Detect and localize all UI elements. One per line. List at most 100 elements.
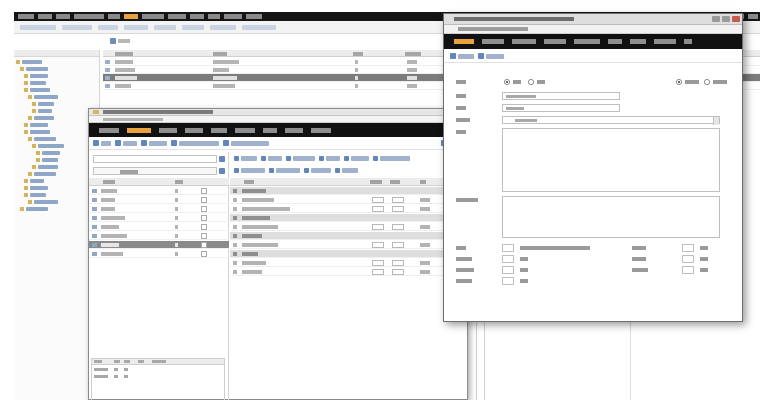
table-row[interactable] [230, 268, 469, 276]
item-checkbox[interactable] [201, 224, 207, 230]
logout-link[interactable] [748, 14, 758, 19]
item-checkbox[interactable] [201, 197, 207, 203]
menu-item[interactable] [38, 14, 52, 19]
tree-item[interactable] [42, 151, 60, 155]
tree-item[interactable] [30, 186, 48, 190]
header-cell[interactable] [152, 360, 166, 363]
toolbar-button[interactable] [231, 141, 269, 146]
tree-item[interactable] [30, 88, 50, 92]
list-item[interactable] [89, 214, 229, 222]
tree-item[interactable] [38, 144, 64, 148]
tree-item[interactable] [30, 193, 46, 197]
option-radio-a[interactable] [676, 79, 682, 85]
steps-tool[interactable] [268, 156, 282, 161]
amount-stepper[interactable] [372, 242, 384, 248]
tree-item[interactable] [26, 67, 48, 71]
unit-stepper[interactable] [392, 224, 404, 230]
toolbar-button[interactable] [179, 141, 219, 146]
header-cell[interactable] [244, 180, 254, 184]
clear-icon[interactable] [219, 168, 225, 174]
tree-item[interactable] [34, 137, 56, 141]
tree-item[interactable] [22, 60, 42, 64]
header-cell[interactable] [114, 360, 120, 363]
nav-link[interactable] [185, 128, 203, 133]
item-checkbox[interactable] [201, 206, 207, 212]
notes-field[interactable] [502, 196, 720, 238]
toolbar-button[interactable] [98, 25, 118, 30]
header-cell[interactable] [94, 360, 102, 363]
toolbar-button[interactable] [182, 25, 204, 30]
nav-link[interactable] [211, 128, 227, 133]
copy-icon[interactable] [115, 140, 121, 146]
nav-link[interactable] [263, 128, 277, 133]
toolbar-button[interactable] [124, 25, 148, 30]
value-field[interactable] [682, 266, 694, 274]
list-item[interactable] [89, 241, 229, 249]
steps-tool[interactable] [269, 168, 274, 173]
steps-tool[interactable] [351, 156, 369, 161]
value-field[interactable] [502, 266, 514, 274]
nav-link[interactable] [684, 39, 692, 44]
menu-item[interactable] [74, 14, 104, 19]
table-row[interactable] [230, 214, 469, 222]
toolbar-button[interactable] [154, 25, 176, 30]
print-icon[interactable] [141, 140, 147, 146]
table-row[interactable] [230, 259, 469, 267]
minimize-icon[interactable] [712, 16, 720, 22]
amount-stepper[interactable] [372, 224, 384, 230]
category-select[interactable] [502, 116, 720, 125]
steps-tool[interactable] [304, 168, 309, 173]
tree-item[interactable] [30, 130, 50, 134]
table-row[interactable] [230, 205, 469, 213]
header-cell[interactable] [138, 360, 144, 363]
tree-item[interactable] [38, 165, 58, 169]
steps-tool[interactable] [335, 168, 340, 173]
nav-link[interactable] [608, 39, 622, 44]
move-up-icon[interactable] [234, 156, 239, 161]
header-cell[interactable] [124, 360, 130, 363]
tree-item[interactable] [26, 207, 48, 211]
header-cell[interactable] [103, 180, 115, 184]
tree-item[interactable] [30, 81, 46, 85]
edit-icon[interactable] [261, 156, 266, 161]
menu-item[interactable] [18, 14, 34, 19]
save-icon[interactable] [450, 53, 456, 59]
unit-stepper[interactable] [392, 269, 404, 275]
list-item[interactable] [89, 205, 229, 213]
nav-link[interactable] [235, 128, 255, 133]
maximize-icon[interactable] [722, 16, 730, 22]
item-checkbox[interactable] [201, 188, 207, 194]
table-row[interactable] [230, 250, 469, 258]
header-cell[interactable] [390, 180, 400, 184]
list-item[interactable] [89, 250, 229, 258]
add-button[interactable] [110, 37, 150, 45]
nav-link[interactable] [544, 39, 566, 44]
menu-item[interactable] [124, 14, 138, 19]
nav-link[interactable] [99, 128, 119, 133]
toolbar-button[interactable] [149, 141, 167, 146]
steps-tool[interactable] [293, 156, 315, 161]
nav-link[interactable] [482, 39, 504, 44]
steps-tool[interactable] [326, 156, 340, 161]
menu-item[interactable] [224, 14, 242, 19]
amount-stepper[interactable] [372, 206, 384, 212]
list-item[interactable] [89, 232, 229, 240]
nav-link[interactable] [630, 39, 646, 44]
list-item[interactable] [89, 196, 229, 204]
table-row[interactable] [230, 223, 469, 231]
tree-item[interactable] [42, 158, 58, 162]
toolbar-button[interactable] [20, 25, 56, 30]
url-bar[interactable] [444, 25, 742, 34]
item-checkbox[interactable] [201, 242, 207, 248]
nav-link[interactable] [654, 39, 676, 44]
nav-link[interactable] [574, 39, 600, 44]
chevron-down-icon[interactable] [713, 117, 719, 125]
toolbar-button[interactable] [210, 25, 236, 30]
header-cell[interactable] [353, 52, 363, 56]
group-icon[interactable] [319, 156, 324, 161]
steps-tool[interactable] [342, 168, 358, 173]
tree-item[interactable] [34, 95, 58, 99]
description-field[interactable] [502, 128, 720, 192]
menu-item[interactable] [108, 14, 120, 19]
item-checkbox[interactable] [201, 215, 207, 221]
